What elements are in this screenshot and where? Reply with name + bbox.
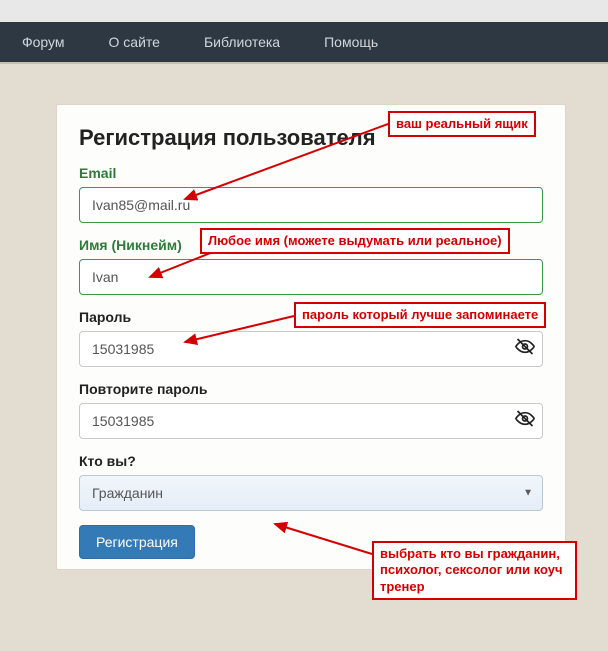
email-group: Email xyxy=(79,165,543,223)
who-label: Кто вы? xyxy=(79,453,543,469)
nav-help[interactable]: Помощь xyxy=(302,22,400,62)
page-canvas: Регистрация пользователя Email Имя (Никн… xyxy=(0,62,608,651)
eye-off-icon[interactable] xyxy=(515,337,535,362)
main-navbar: Форум О сайте Библиотека Помощь xyxy=(0,22,608,62)
nav-library[interactable]: Библиотека xyxy=(182,22,302,62)
who-group: Кто вы? Гражданин ▼ xyxy=(79,453,543,511)
window-top-strip xyxy=(0,0,608,22)
annotation-name: Любое имя (можете выдумать или реальное) xyxy=(200,228,510,254)
password2-field[interactable] xyxy=(79,403,543,439)
registration-panel: Регистрация пользователя Email Имя (Никн… xyxy=(56,104,566,570)
password2-label: Повторите пароль xyxy=(79,381,543,397)
eye-off-icon[interactable] xyxy=(515,409,535,434)
nav-forum[interactable]: Форум xyxy=(0,22,87,62)
annotation-who: выбрать кто вы гражданин, психолог, секс… xyxy=(372,541,577,600)
annotation-email: ваш реальный ящик xyxy=(388,111,536,137)
submit-button[interactable]: Регистрация xyxy=(79,525,195,559)
password2-group: Повторите пароль xyxy=(79,381,543,439)
nav-about[interactable]: О сайте xyxy=(87,22,182,62)
password-field[interactable] xyxy=(79,331,543,367)
who-select[interactable]: Гражданин xyxy=(79,475,543,511)
email-field[interactable] xyxy=(79,187,543,223)
name-field[interactable] xyxy=(79,259,543,295)
email-label: Email xyxy=(79,165,543,181)
annotation-password: пароль который лучше запоминаете xyxy=(294,302,546,328)
